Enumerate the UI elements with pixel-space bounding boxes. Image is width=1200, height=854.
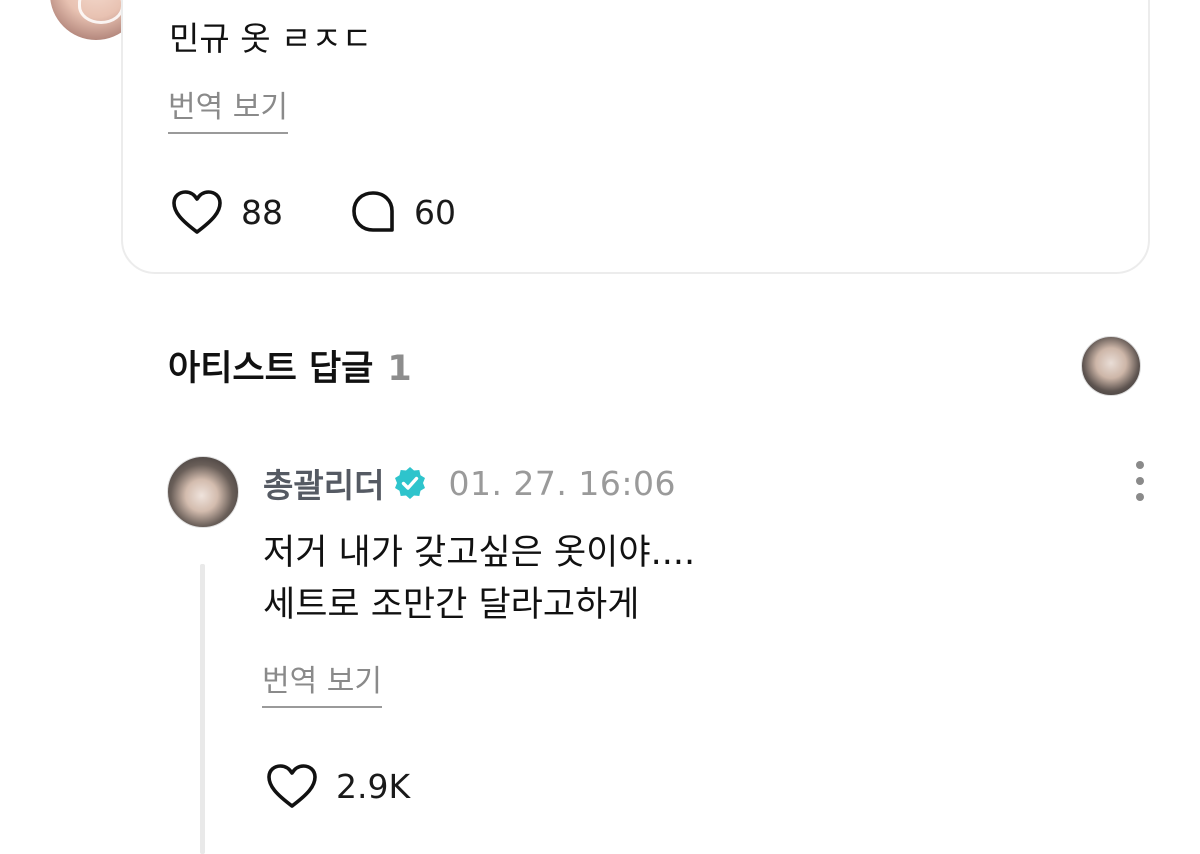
more-dot-icon (1136, 493, 1144, 501)
post-like-button[interactable]: 88 (171, 189, 283, 235)
reply-like-button[interactable]: 2.9K (266, 763, 410, 809)
reply-text: 저거 내가 갖고싶은 옷이야.... 세트로 조만간 달라고하게 (263, 527, 695, 631)
reply-text-line: 저거 내가 갖고싶은 옷이야.... (263, 533, 696, 573)
artist-replies-count: 1 (387, 349, 412, 389)
reply-meta: 총괄리더 01. 27. 16:06 (263, 459, 676, 507)
reply-author-avatar[interactable] (167, 456, 239, 528)
artist-avatar[interactable] (1081, 336, 1141, 396)
verified-badge-icon (395, 467, 426, 499)
artist-replies-title: 아티스트 답글 (168, 349, 374, 389)
heart-outline-icon (172, 190, 222, 234)
reply-translate-link[interactable]: 번역 보기 (262, 662, 382, 708)
reply-text-line: 세트로 조만간 달라고하게 (263, 585, 640, 625)
artist-replies-header: 아티스트 답글 1 (168, 340, 412, 391)
post-comment-count: 60 (414, 192, 456, 232)
more-dot-icon (1136, 477, 1144, 485)
post-like-count: 88 (241, 192, 283, 232)
post-text: 민규 옷 ㄹㅈㄷ (169, 19, 373, 58)
more-options-button[interactable] (1126, 461, 1154, 501)
speech-bubble-icon (352, 191, 394, 232)
more-dot-icon (1136, 461, 1144, 469)
heart-outline-icon (267, 764, 317, 808)
post-comment-button[interactable]: 60 (350, 189, 456, 235)
reply-timestamp: 01. 27. 16:06 (448, 463, 676, 503)
reply-like-count: 2.9K (336, 766, 411, 806)
reply-thread-line (200, 564, 205, 854)
post-translate-link[interactable]: 번역 보기 (168, 88, 288, 134)
reply-author-name[interactable]: 총괄리더 (263, 459, 384, 507)
